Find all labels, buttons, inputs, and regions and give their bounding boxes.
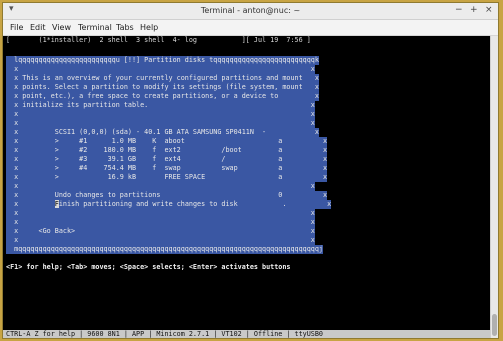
- dialog-text: x point, etc.), a free space to create p…: [6, 92, 319, 101]
- menu-file[interactable]: File: [10, 23, 23, 32]
- finish-label: inish partitioning and write changes to …: [58, 200, 332, 208]
- menu-bar: File Edit View Terminal Tabs Help: [3, 20, 498, 36]
- terminal-screen[interactable]: [ (1*installer) 2 shell 3 shell 4- log ]…: [3, 36, 490, 331]
- partition-entry[interactable]: x > #2 180.0 MB f ext2 /boot a x: [6, 146, 328, 155]
- dialog-text: x points. Select a partition to modify i…: [6, 83, 319, 92]
- dialog-border-top: lqqqqqqqqqqqqqqqqqqqqqqqqu [!!] Partitio…: [6, 56, 319, 65]
- dialog-row: x x: [6, 209, 315, 218]
- screen-tab-bar: [ (1*installer) 2 shell 3 shell 4- log ]…: [6, 36, 311, 44]
- title-bar: ▾ Terminal - anton@nuc: ~ − + ×: [3, 3, 498, 20]
- menu-terminal[interactable]: Terminal: [78, 23, 112, 32]
- menu-tabs[interactable]: Tabs: [116, 23, 134, 32]
- maximize-button[interactable]: +: [470, 5, 478, 15]
- menu-help[interactable]: Help: [140, 23, 158, 32]
- finish-prefix: x: [6, 200, 55, 208]
- close-button[interactable]: ×: [485, 5, 493, 15]
- dialog-row: x x: [6, 218, 315, 227]
- help-line: <F1> for help; <Tab> moves; <Space> sele…: [6, 263, 291, 271]
- minimize-button[interactable]: −: [455, 5, 463, 15]
- dialog-text: x initialize its partition table. x: [6, 101, 315, 110]
- undo-changes-option[interactable]: x Undo changes to partitions 0 x: [6, 191, 328, 200]
- terminal-window: ▾ Terminal - anton@nuc: ~ − + × File Edi…: [2, 2, 499, 339]
- dialog-border-bottom: mqqqqqqqqqqqqqqqqqqqqqqqqqqqqqqqqqqqqqqq…: [6, 245, 323, 254]
- disk-entry[interactable]: x SCSI1 (0,0,0) (sda) - 40.1 GB ATA SAMS…: [6, 128, 319, 137]
- finish-partitioning-option[interactable]: x Finish partitioning and write changes …: [6, 200, 332, 209]
- partition-entry[interactable]: x > #3 39.1 GB f ext4 / a x: [6, 155, 328, 164]
- go-back-button[interactable]: x <Go Back> x: [6, 227, 315, 236]
- menu-edit[interactable]: Edit: [30, 23, 46, 32]
- partition-entry[interactable]: x > #4 754.4 MB f swap swap a x: [6, 164, 328, 173]
- menu-view[interactable]: View: [52, 23, 71, 32]
- dialog-row: x x: [6, 119, 315, 128]
- scrollbar-thumb[interactable]: [492, 314, 497, 336]
- dialog-row: x x: [6, 65, 315, 74]
- free-space-entry[interactable]: x > 16.9 kB FREE SPACE a x: [6, 173, 328, 182]
- window-title: Terminal - anton@nuc: ~: [200, 6, 301, 15]
- dialog-row: x x: [6, 110, 315, 119]
- dialog-row: x x: [6, 182, 315, 191]
- scrollbar[interactable]: [490, 36, 498, 338]
- dialog-row: x x: [6, 236, 315, 245]
- dialog-text: x This is an overview of your currently …: [6, 74, 319, 83]
- minicom-status-bar: CTRL-A Z for help | 9600 8N1 | APP | Min…: [3, 330, 490, 338]
- partition-entry[interactable]: x > #1 1.0 MB K aboot a x: [6, 137, 328, 146]
